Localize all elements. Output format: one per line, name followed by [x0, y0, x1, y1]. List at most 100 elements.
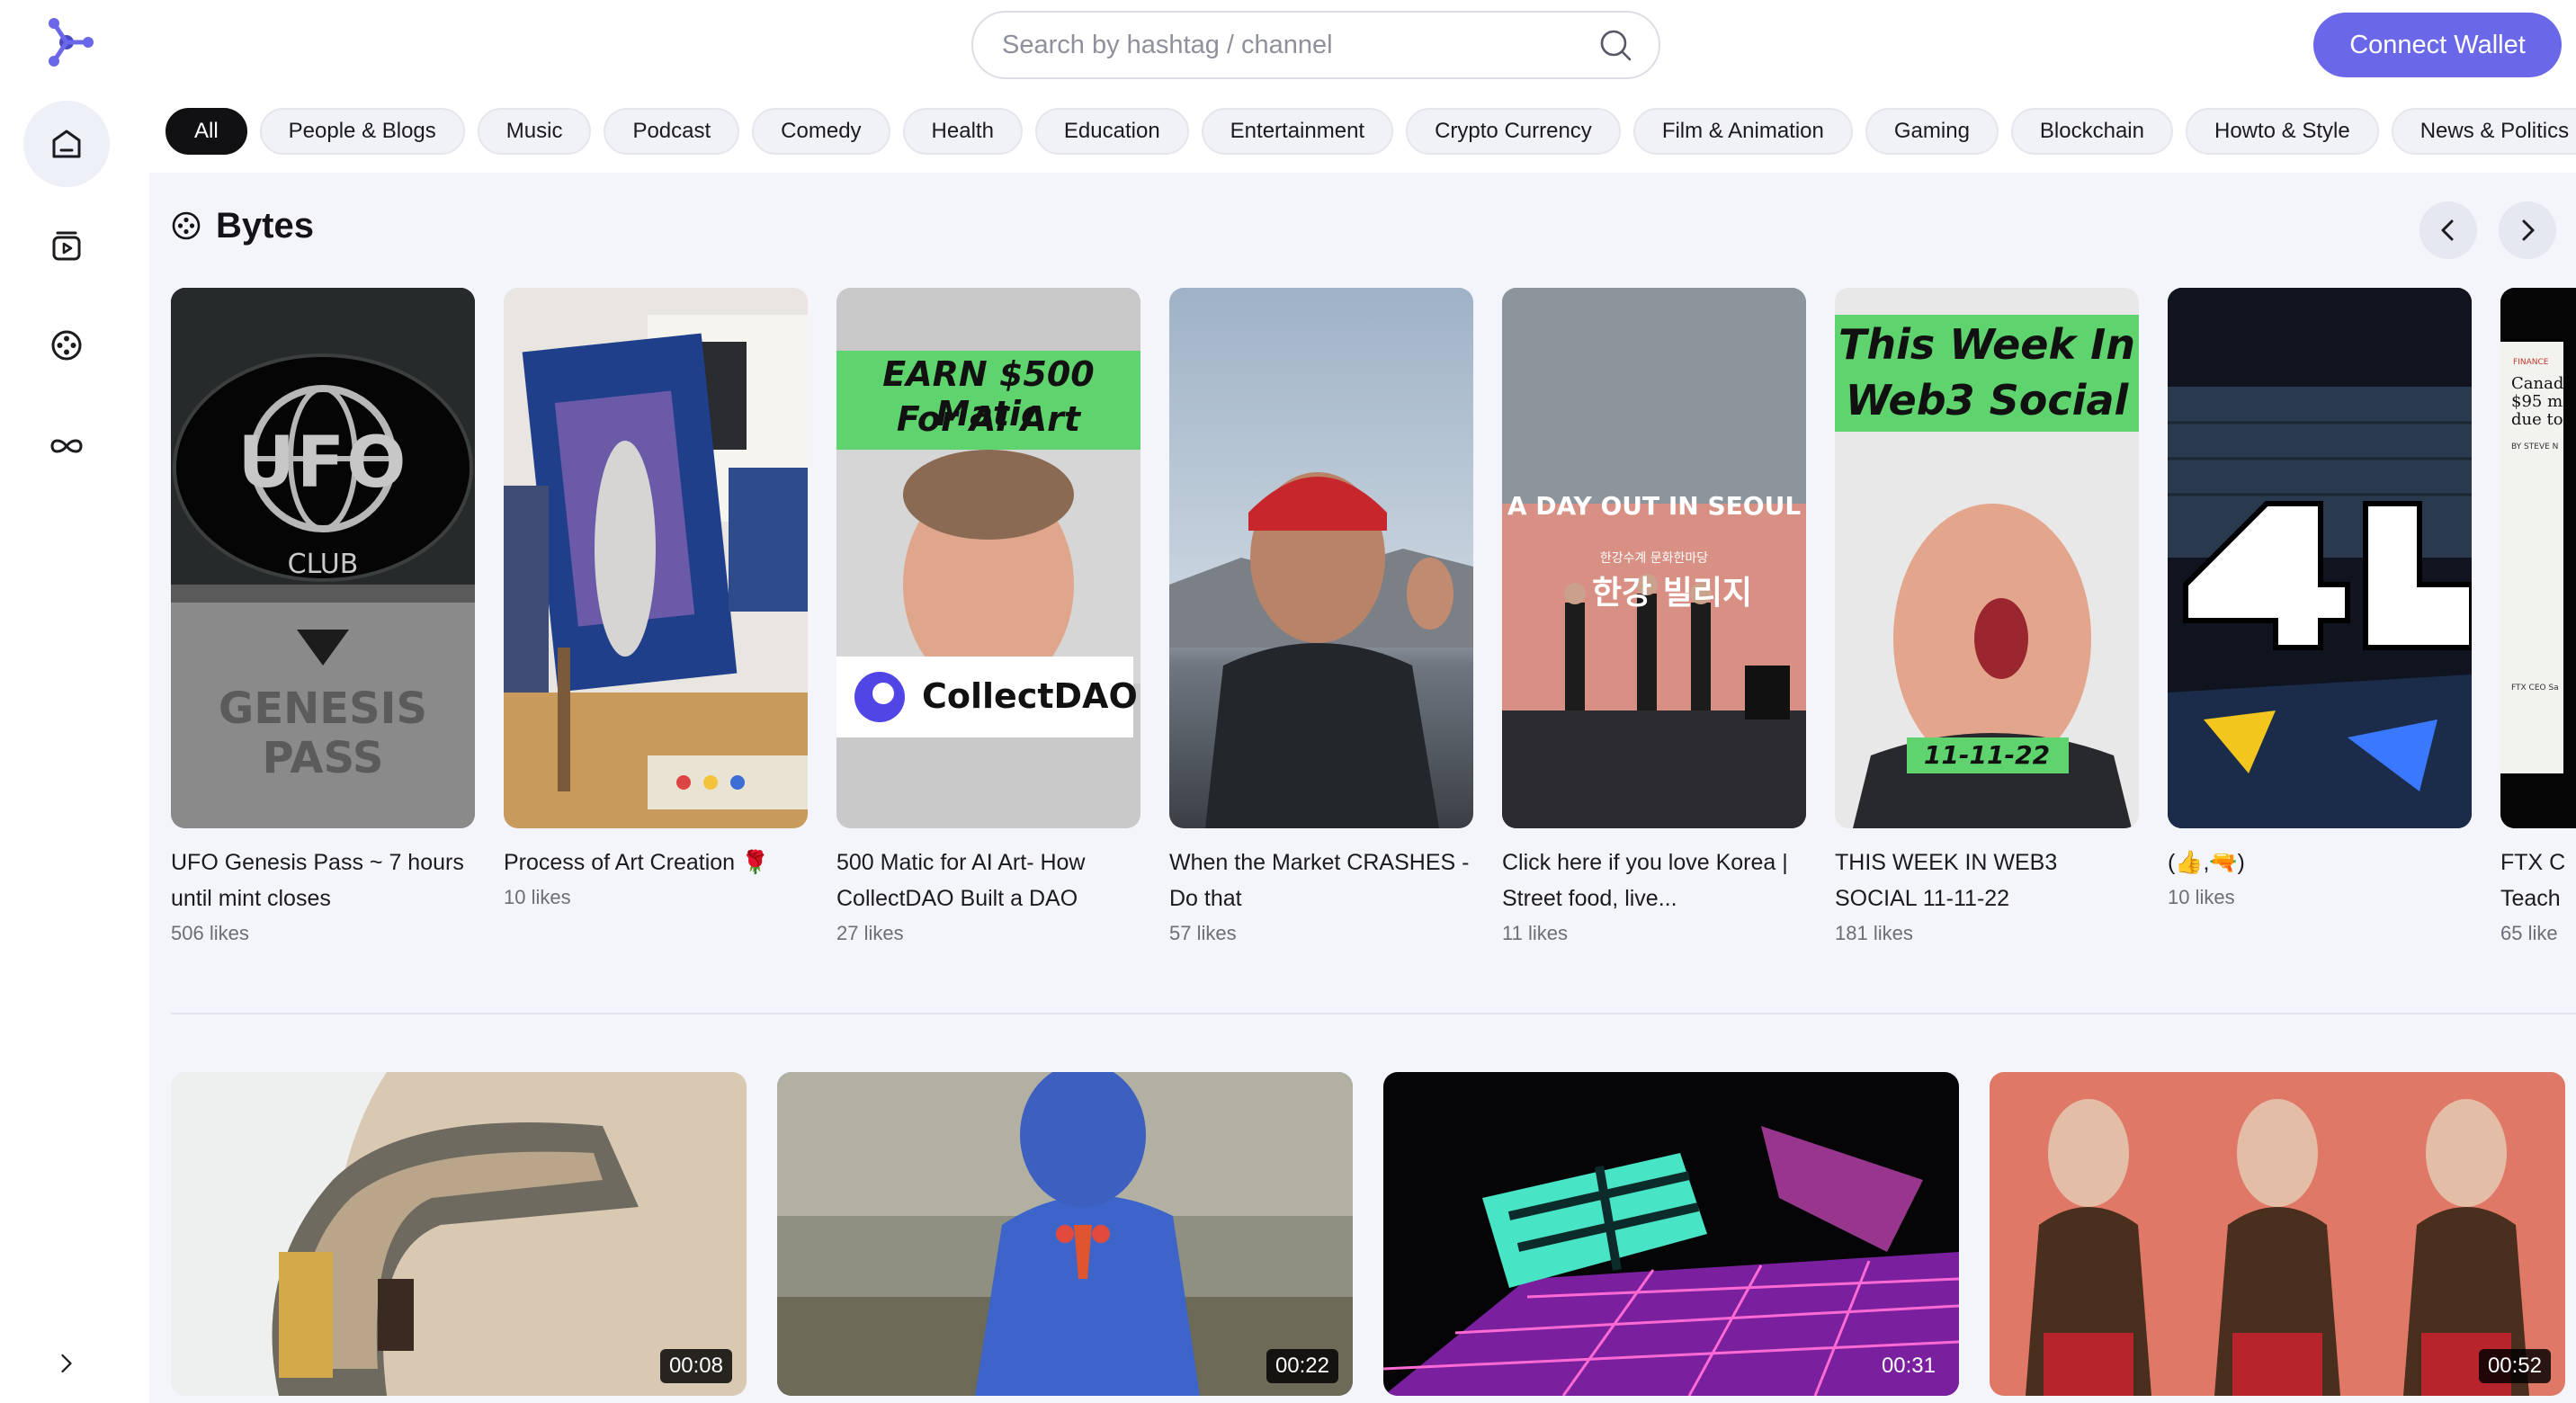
byte-thumbnail[interactable]: UFO CLUB GENESIS PASS — [171, 288, 475, 828]
byte-likes: 10 likes — [2168, 886, 2235, 908]
bytes-prev-button[interactable] — [2419, 201, 2477, 259]
video-card[interactable]: 00:52 — [1990, 1072, 2565, 1396]
thumb-text: $95 m — [2511, 392, 2563, 411]
byte-thumbnail[interactable]: A DAY OUT IN SEOUL 한강수계 문화한마당 한강 빌리지 — [1502, 288, 1806, 828]
thumb-text: FTX CEO Sa — [2511, 684, 2559, 693]
byte-card[interactable]: A DAY OUT IN SEOUL 한강수계 문화한마당 한강 빌리지 Cli… — [1502, 288, 1806, 945]
byte-likes: 11 likes — [1502, 922, 1568, 944]
thumb-text: Web3 Social — [1845, 376, 2129, 424]
thumb-text: PASS — [262, 733, 384, 783]
thumb-text: CollectDAO — [922, 676, 1138, 716]
bytes-icon — [172, 211, 201, 240]
chip-podcast[interactable]: Podcast — [604, 108, 740, 155]
video-thumbnail — [1990, 1072, 2565, 1396]
thumb-text: UFO — [237, 423, 408, 504]
byte-likes: 27 likes — [836, 922, 904, 944]
thumb-text: due to — [2511, 410, 2563, 429]
byte-thumbnail[interactable] — [2168, 288, 2472, 828]
video-thumbnail — [777, 1072, 1353, 1396]
byte-title[interactable]: FTX C Teach — [2500, 844, 2576, 916]
duration-badge: 00:31 — [1881, 1354, 1936, 1378]
byte-title[interactable]: When the Market CRASHES - Do that — [1169, 844, 1473, 916]
byte-title[interactable]: Process of Art Creation 🌹 — [504, 844, 808, 880]
chip-comedy[interactable]: Comedy — [752, 108, 890, 155]
byte-card[interactable]: This Week In Web3 Social 11-11-22 THIS W… — [1835, 288, 2139, 945]
byte-title[interactable]: THIS WEEK IN WEB3 SOCIAL 11-11-22 — [1835, 844, 2139, 916]
chip-blockchain[interactable]: Blockchain — [2010, 108, 2173, 155]
byte-thumbnail[interactable]: FINANCE Canad $95 m due to BY STEVE N FT… — [2500, 288, 2576, 828]
byte-title[interactable]: 500 Matic for AI Art- How CollectDAO Bui… — [836, 844, 1140, 916]
duration-badge: 00:08 — [659, 1349, 732, 1383]
category-chips: All People & Blogs Music Podcast Comedy Healt… — [165, 108, 2576, 155]
byte-card[interactable]: Process of Art Creation 🌹 10 likes — [504, 288, 808, 909]
sidebar — [0, 0, 149, 1403]
duration-badge: 00:22 — [1266, 1349, 1338, 1383]
thumb-text: 11-11-22 — [1923, 740, 2051, 770]
byte-card[interactable]: UFO CLUB GENESIS PASS UFO Genesis Pass ~… — [171, 288, 475, 945]
sidebar-item-bytes[interactable] — [23, 302, 110, 389]
main-content: Bytes UFO CLUB GENESIS PASS UFO Genesis … — [149, 173, 2576, 1403]
chip-health[interactable]: Health — [902, 108, 1023, 155]
byte-likes: 65 like — [2500, 922, 2558, 944]
byte-card[interactable]: When the Market CRASHES - Do that 57 lik… — [1169, 288, 1473, 945]
chevron-right-icon — [61, 1354, 72, 1373]
byte-card[interactable]: (👍,🔫) 10 likes — [2168, 288, 2472, 909]
thumb-text: A DAY OUT IN SEOUL — [1507, 491, 1802, 521]
byte-card[interactable]: EARN $500 Matic For AI Art CollectDAO 50… — [836, 288, 1140, 945]
loop-icon — [50, 439, 83, 453]
sidebar-item-home[interactable] — [23, 101, 110, 187]
chip-people-blogs[interactable]: People & Blogs — [259, 108, 465, 155]
section-divider — [171, 1013, 2576, 1014]
chip-music[interactable]: Music — [477, 108, 592, 155]
bytes-carousel: UFO CLUB GENESIS PASS UFO Genesis Pass ~… — [171, 288, 2576, 971]
thumb-text: For AI Art — [896, 399, 1081, 439]
chip-howto-style[interactable]: Howto & Style — [2185, 108, 2379, 155]
byte-thumbnail[interactable] — [1169, 288, 1473, 828]
video-card[interactable]: 00:22 — [777, 1072, 1353, 1396]
chevron-right-icon — [2522, 219, 2535, 241]
duration-badge: 00:52 — [2478, 1349, 2551, 1383]
chip-gaming[interactable]: Gaming — [1865, 108, 1999, 155]
thumb-text: Canad — [2511, 374, 2564, 393]
chip-entertainment[interactable]: Entertainment — [1201, 108, 1394, 155]
video-thumbnail — [171, 1072, 747, 1396]
sidebar-item-subscriptions[interactable] — [23, 201, 110, 288]
sidebar-item-loop[interactable] — [23, 403, 110, 489]
app-logo-icon[interactable] — [45, 18, 95, 68]
thumb-text: BY STEVE N — [2511, 442, 2559, 451]
byte-thumbnail[interactable]: This Week In Web3 Social 11-11-22 — [1835, 288, 2139, 828]
search-icon[interactable] — [1597, 27, 1633, 63]
thumb-text: 한강 빌리지 — [1592, 575, 1753, 612]
thumb-text: 한강수계 문화한마당 — [1599, 551, 1709, 566]
home-icon — [52, 130, 81, 158]
bytes-section-header: Bytes — [171, 203, 314, 248]
byte-likes: 181 likes — [1835, 922, 1913, 944]
byte-title[interactable]: (👍,🔫) — [2168, 844, 2472, 880]
video-card[interactable]: 00:31 — [1383, 1072, 1959, 1396]
byte-title[interactable]: UFO Genesis Pass ~ 7 hours until mint cl… — [171, 844, 475, 916]
video-thumbnail — [1383, 1072, 1959, 1396]
byte-likes: 57 likes — [1169, 922, 1237, 944]
chip-education[interactable]: Education — [1034, 108, 1189, 155]
chip-news-politics[interactable]: News & Politics — [2391, 108, 2576, 155]
sidebar-expand-button[interactable] — [49, 1345, 85, 1381]
bytes-icon — [51, 330, 82, 361]
chip-film-animation[interactable]: Film & Animation — [1632, 108, 1853, 155]
byte-card[interactable]: FINANCE Canad $95 m due to BY STEVE N FT… — [2500, 288, 2576, 945]
chevron-left-icon — [2441, 219, 2454, 241]
chip-all[interactable]: All — [165, 108, 247, 155]
byte-thumbnail[interactable]: EARN $500 Matic For AI Art CollectDAO — [836, 288, 1140, 828]
bytes-next-button[interactable] — [2499, 201, 2556, 259]
videos-row: 00:08 00:22 00:31 00:52 — [171, 1072, 2576, 1403]
byte-likes: 10 likes — [504, 886, 571, 908]
byte-title[interactable]: Click here if you love Korea | Street fo… — [1502, 844, 1806, 916]
byte-likes: 506 likes — [171, 922, 249, 944]
thumb-text: This Week In — [1838, 320, 2135, 369]
chip-crypto-currency[interactable]: Crypto Currency — [1406, 108, 1621, 155]
connect-wallet-button[interactable]: Connect Wallet — [2313, 13, 2562, 77]
video-card[interactable]: 00:08 — [171, 1072, 747, 1396]
search-input[interactable] — [1002, 30, 1597, 60]
search-bar — [971, 11, 1660, 79]
byte-thumbnail[interactable] — [504, 288, 808, 828]
thumb-text: CLUB — [287, 549, 359, 580]
